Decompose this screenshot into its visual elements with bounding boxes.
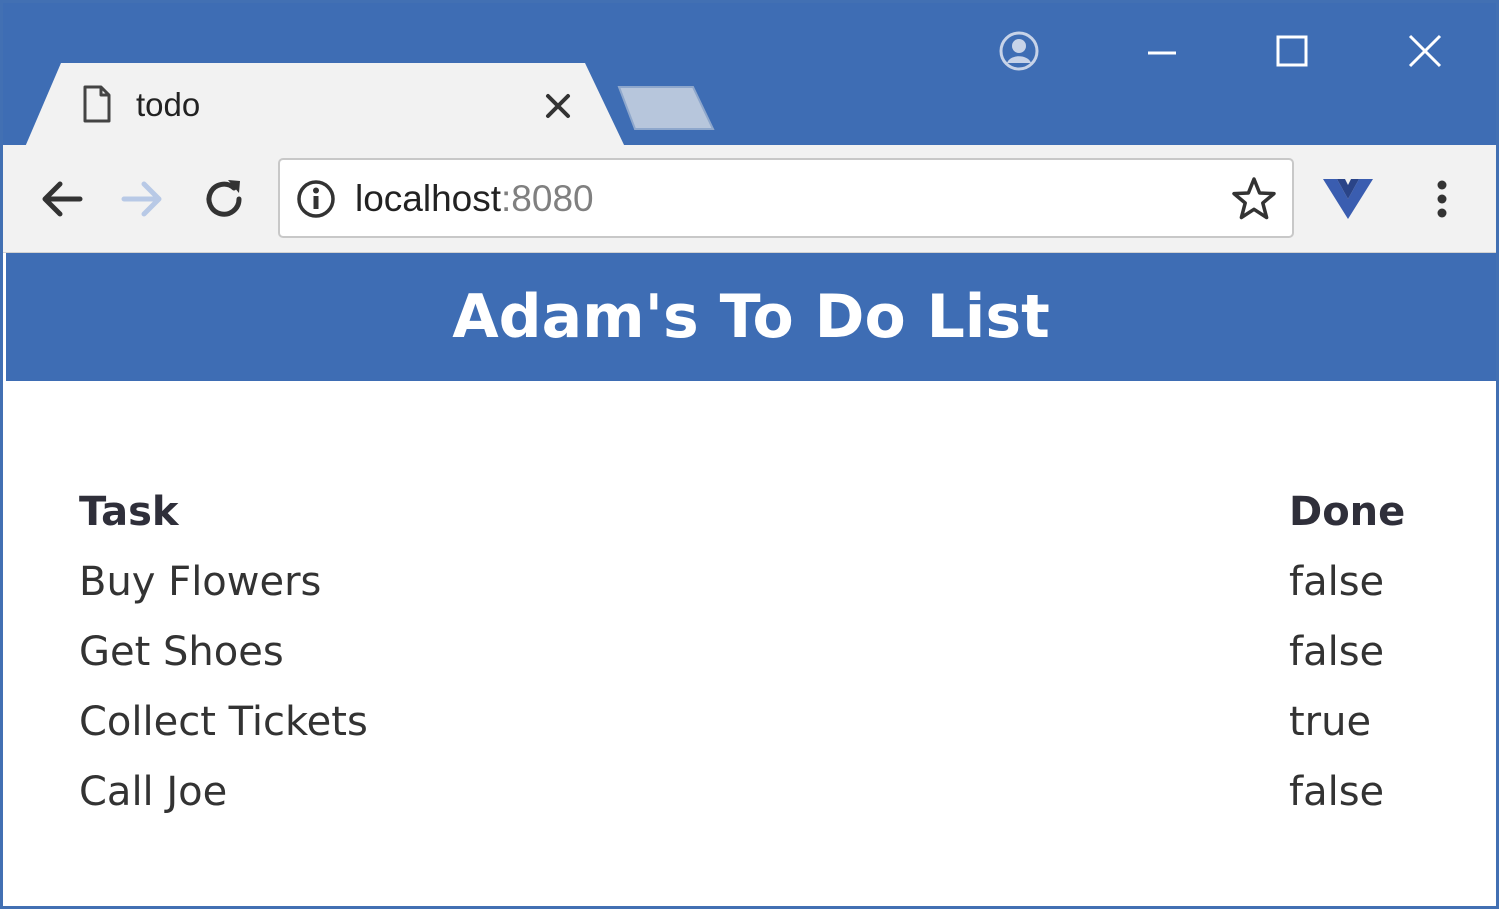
todo-table: Task Done Buy Flowers false Get Shoes fa… [65,477,1425,827]
forward-arrow-icon[interactable] [118,175,166,223]
url-port: :8080 [501,178,594,219]
tab-close-icon[interactable] [541,89,575,123]
url-host: localhost [355,178,502,219]
tab-title: todo [136,86,201,123]
task-cell: Buy Flowers [79,559,322,605]
tab-todo[interactable] [25,63,625,147]
url-text[interactable]: localhost:8080 [355,175,594,223]
table-row: Collect Tickets true [65,687,1425,757]
vue-devtools-icon[interactable] [1321,175,1375,221]
done-cell: false [1289,769,1385,815]
table-header-row: Task Done [65,477,1425,547]
task-column-header: Task [79,489,179,535]
browser-window: todo localhost:8080 Adam's To Do List Ta… [0,0,1499,909]
account-circle-icon[interactable] [998,30,1040,72]
table-row: Buy Flowers false [65,547,1425,617]
done-cell: false [1289,559,1385,605]
done-cell: true [1289,699,1372,745]
page-title: Adam's To Do List [452,282,1050,352]
maximize-button[interactable] [1270,29,1314,73]
back-arrow-icon[interactable] [38,175,86,223]
minimize-button[interactable] [1140,29,1184,73]
task-cell: Get Shoes [79,629,284,675]
done-column-header: Done [1289,489,1406,535]
task-cell: Call Joe [79,769,228,815]
window-close-button[interactable] [1403,29,1447,73]
kebab-menu-icon[interactable] [1425,175,1459,223]
new-tab-button[interactable] [615,85,715,131]
done-cell: false [1289,629,1385,675]
page-header-banner: Adam's To Do List [6,253,1496,381]
reload-icon[interactable] [200,175,248,223]
info-icon[interactable] [294,177,338,221]
bookmark-star-icon[interactable] [1229,175,1279,223]
table-row: Call Joe false [65,757,1425,827]
task-cell: Collect Tickets [79,699,368,745]
page-icon [83,85,111,123]
table-row: Get Shoes false [65,617,1425,687]
